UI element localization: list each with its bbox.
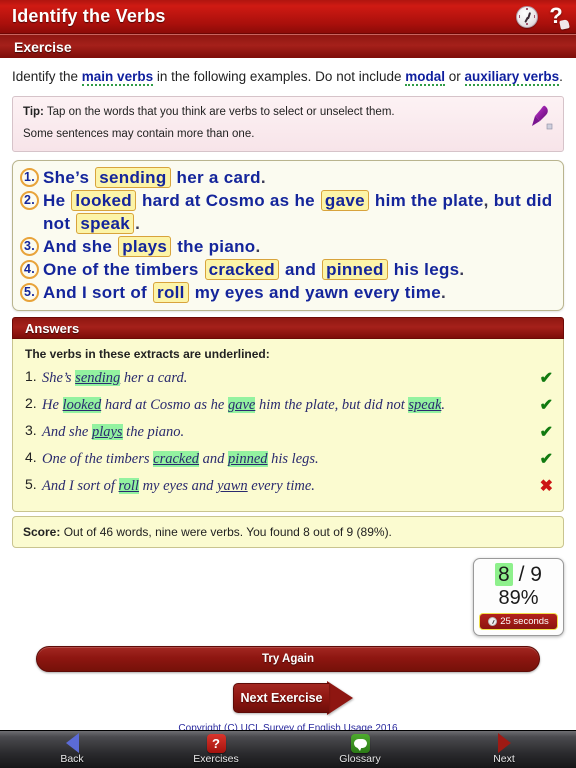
exercise-number: 4. <box>20 260 39 279</box>
pointing-hand-icon <box>559 18 570 30</box>
title-bar: Identify the Verbs ? <box>0 0 576 34</box>
answer-row: 3. And she plays the piano. ✔ <box>25 422 553 442</box>
clock-icon <box>488 617 498 626</box>
answer-number: 2. <box>25 395 37 411</box>
exercise-sentence[interactable]: 1. She’s sending her a card. <box>20 166 554 189</box>
exercise-sentence[interactable]: 2. He looked hard at Cosmo as he gave him… <box>20 189 554 235</box>
chevron-left-icon <box>65 733 79 753</box>
exercise-sentence-text[interactable]: He looked hard at Cosmo as he gave him t… <box>43 189 554 235</box>
clock-icon[interactable] <box>516 5 538 28</box>
exercise-number: 1. <box>20 168 39 187</box>
title-bar-icons: ? <box>516 4 570 30</box>
exercise-number: 3. <box>20 237 39 256</box>
answer-row: 4. One of the timbers cracked and pinned … <box>25 449 553 469</box>
instructions: Identify the main verbs in the following… <box>0 58 576 90</box>
next-exercise-label: Next Exercise <box>240 691 323 705</box>
score-percent: 89% <box>498 587 539 609</box>
nav-item-exercises[interactable]: ? Exercises <box>144 731 288 768</box>
score-total: 9 <box>530 563 542 586</box>
exercise-sentence-text[interactable]: And I sort of roll my eyes and yawn ever… <box>43 281 554 304</box>
score-card: 8 / 9 89% 25 seconds <box>473 558 564 636</box>
cross-icon: ✖ <box>539 478 553 495</box>
check-icon: ✔ <box>539 370 553 387</box>
exercise-sentence-text[interactable]: And she plays the piano. <box>43 235 554 258</box>
answer-rows: 1. She’s sending her a card. ✔ 2. He looked … <box>25 368 553 496</box>
nav-item-glossary[interactable]: Glossary <box>288 731 432 768</box>
try-again-button[interactable]: Try Again <box>36 646 540 672</box>
arrow-right-icon <box>327 681 353 715</box>
answer-number: 3. <box>25 422 37 438</box>
tip-line-2: Some sentences may contain more than one… <box>23 128 255 140</box>
answer-text: She’s sending her a card. <box>42 370 188 386</box>
tip-line-1: Tip: Tap on the words that you think are… <box>23 104 553 121</box>
answer-text: And I sort of roll my eyes and yawn ever… <box>42 478 315 494</box>
highlighter-pen-icon <box>532 105 553 130</box>
exercise-section-label: Exercise <box>14 38 72 55</box>
link-main-verbs[interactable]: main verbs <box>81 69 154 86</box>
nav-item-back[interactable]: Back <box>0 731 144 768</box>
exercise-sentence[interactable]: 4. One of the timbers cracked and pinned … <box>20 258 554 281</box>
score-fraction: 8 / 9 <box>479 563 558 587</box>
bottom-navigation-bar: Back ? Exercises Glossary Next <box>0 730 576 768</box>
help-icon[interactable]: ? <box>544 4 570 30</box>
instruction-part-2: in the following examples. Do not includ… <box>153 69 406 84</box>
tip-box: Tip: Tap on the words that you think are… <box>12 96 564 152</box>
try-again-label: Try Again <box>262 653 314 665</box>
answers-intro: The verbs in these extracts are underlin… <box>25 347 270 361</box>
chevron-right-icon <box>497 733 511 753</box>
answers-section-bar: Answers <box>12 317 564 339</box>
question-mark-icon: ? <box>206 733 226 753</box>
nav-item-next[interactable]: Next <box>432 731 576 768</box>
answer-text: One of the timbers cracked and pinned hi… <box>42 451 319 467</box>
score-text: Out of 46 words, nine were verbs. You fo… <box>60 525 392 539</box>
answer-row: 5. And I sort of roll my eyes and yawn ev… <box>25 476 553 496</box>
score-time-label: 25 seconds <box>500 616 549 627</box>
nav-label-next: Next <box>493 753 515 765</box>
exercise-sentence[interactable]: 5. And I sort of roll my eyes and yawn ev… <box>20 281 554 304</box>
answer-row: 2. He looked hard at Cosmo as he gave him… <box>25 395 553 415</box>
instruction-part-3: or <box>445 69 465 84</box>
score-box: Score: Out of 46 words, nine were verbs.… <box>12 516 564 548</box>
answers-box: The verbs in these extracts are underlin… <box>12 339 564 512</box>
exercise-sentence[interactable]: 3. And she plays the piano. <box>20 235 554 258</box>
answer-text: And she plays the piano. <box>42 424 185 440</box>
tip-label: Tip: <box>23 106 44 118</box>
exercise-sentence-text[interactable]: She’s sending her a card. <box>43 166 554 189</box>
exercise-section-bar: Exercise <box>0 34 576 58</box>
check-icon: ✔ <box>539 451 553 468</box>
score-time-badge: 25 seconds <box>479 613 558 630</box>
exercise-sentence-text[interactable]: One of the timbers cracked and pinned hi… <box>43 258 554 281</box>
nav-label-glossary: Glossary <box>339 753 381 765</box>
answer-text: He looked hard at Cosmo as he gave him t… <box>42 397 446 413</box>
link-modal[interactable]: modal <box>405 69 446 86</box>
answer-number: 4. <box>25 449 37 465</box>
next-exercise-label-wrap: Next Exercise <box>233 683 329 713</box>
check-icon: ✔ <box>539 397 553 414</box>
link-auxiliary-verbs[interactable]: auxiliary verbs <box>464 69 560 86</box>
next-exercise-button[interactable]: Next Exercise <box>233 681 353 715</box>
score-found: 8 <box>495 563 513 586</box>
answer-row: 1. She’s sending her a card. ✔ <box>25 368 553 388</box>
answers-section-label: Answers <box>25 320 80 336</box>
exercise-lines: 1. She’s sending her a card. 2. He looked h… <box>20 166 554 304</box>
tip-text-1: Tap on the words that you think are verb… <box>43 106 395 118</box>
exercise-number: 2. <box>20 191 39 210</box>
answer-number: 5. <box>25 476 37 492</box>
score-separator: / <box>512 563 531 586</box>
exercise-box[interactable]: 1. She’s sending her a card. 2. He looked h… <box>12 160 564 311</box>
nav-label-back: Back <box>60 753 84 765</box>
answer-number: 1. <box>25 368 37 384</box>
score-label: Score: <box>23 525 61 539</box>
exercise-number: 5. <box>20 283 39 302</box>
page-title: Identify the Verbs <box>12 6 166 26</box>
instruction-part-4: . <box>559 69 563 84</box>
speech-bubble-icon <box>350 733 370 753</box>
instruction-part-1: Identify the <box>12 69 82 84</box>
nav-label-exercises: Exercises <box>193 753 239 765</box>
check-icon: ✔ <box>539 424 553 441</box>
